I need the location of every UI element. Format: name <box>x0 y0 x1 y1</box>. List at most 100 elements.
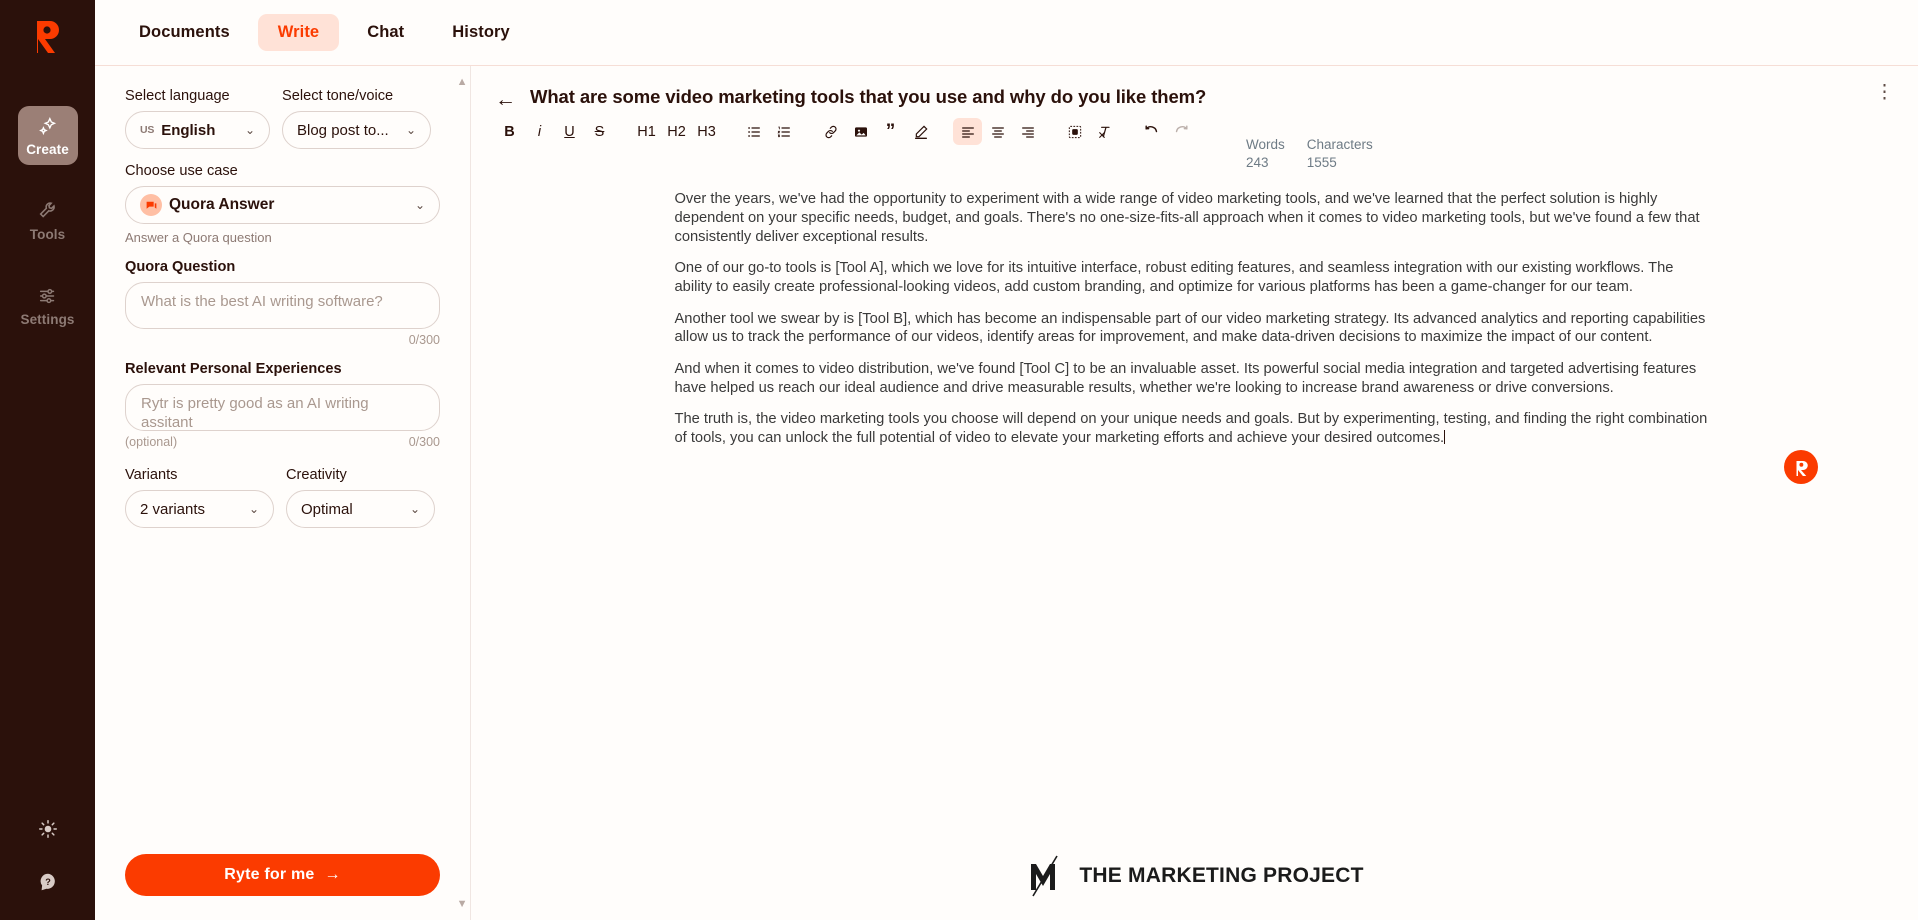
creativity-select[interactable]: Optimal ⌄ <box>286 490 435 528</box>
document-body[interactable]: Over the years, we've had the opportunit… <box>665 190 1725 447</box>
footer-brand-text: THE MARKETING PROJECT <box>1079 864 1364 887</box>
chevron-down-icon: ⌄ <box>405 123 416 137</box>
tab-write[interactable]: Write <box>257 14 340 51</box>
chevron-down-icon: ⌄ <box>248 502 259 516</box>
rail-bottom-actions: ? <box>37 818 59 898</box>
use-case-group: Choose use case Quora Answer ⌄ Answer a … <box>125 163 440 245</box>
paragraph-text: The truth is, the video marketing tools … <box>674 411 1708 447</box>
align-center-button[interactable] <box>983 118 1012 145</box>
insert-block-icon <box>1068 125 1081 138</box>
language-value: English <box>161 121 216 139</box>
document-header: ← What are some video marketing tools th… <box>471 66 1918 110</box>
word-count-label: Words <box>1246 137 1285 152</box>
paragraph-last[interactable]: The truth is, the video marketing tools … <box>675 410 1715 447</box>
chevron-down-icon: ⌄ <box>244 123 255 137</box>
tab-chat[interactable]: Chat <box>347 14 424 51</box>
language-select[interactable]: US English ⌄ <box>125 111 270 149</box>
clear-format-icon <box>1098 126 1110 138</box>
theme-toggle-button[interactable] <box>37 818 59 845</box>
variants-select[interactable]: 2 variants ⌄ <box>125 490 274 528</box>
tone-select[interactable]: Blog post to... ⌄ <box>282 111 431 149</box>
paragraph[interactable]: One of our go-to tools is [Tool A], whic… <box>675 259 1715 296</box>
undo-icon <box>1145 125 1158 133</box>
italic-button[interactable]: i <box>525 118 554 145</box>
svg-text:?: ? <box>45 877 51 887</box>
heading-3-button[interactable]: H3 <box>692 118 721 145</box>
language-tone-row: Select language US English ⌄ Select tone… <box>125 88 440 149</box>
primary-nav-rail: Create Tools Settings ? <box>0 0 95 920</box>
language-label: Select language <box>125 88 230 104</box>
chevron-down-icon: ⌄ <box>414 198 425 212</box>
tab-documents[interactable]: Documents <box>119 14 250 51</box>
redo-icon <box>1175 125 1188 133</box>
generation-form-panel: ▲ ▼ Select language US English ⌄ Select … <box>95 66 471 920</box>
numbered-list-icon <box>776 126 790 137</box>
editor-canvas[interactable]: Over the years, we've had the opportunit… <box>471 172 1918 920</box>
variants-group: Variants 2 variants ⌄ <box>125 467 274 528</box>
back-arrow-icon[interactable]: ← <box>495 89 516 110</box>
align-left-button[interactable] <box>953 118 982 145</box>
quora-question-group: Quora Question 0/300 <box>125 259 440 347</box>
highlighter-icon <box>914 124 928 139</box>
heading-2-button[interactable]: H2 <box>662 118 691 145</box>
quora-question-input[interactable] <box>125 282 440 329</box>
bullet-list-icon <box>747 126 760 137</box>
rail-item-tools[interactable]: Tools <box>18 191 78 250</box>
marketing-project-logo-icon <box>1031 855 1059 897</box>
variants-label: Variants <box>125 467 178 483</box>
paragraph[interactable]: Over the years, we've had the opportunit… <box>675 190 1715 246</box>
use-case-helper-text: Answer a Quora question <box>125 230 272 245</box>
rail-item-settings[interactable]: Settings <box>18 276 78 335</box>
image-button[interactable] <box>846 118 875 145</box>
numbered-list-button[interactable] <box>769 118 798 145</box>
page-title: What are some video marketing tools that… <box>530 86 1207 107</box>
assistant-badge[interactable] <box>1784 450 1818 485</box>
creativity-label: Creativity <box>286 467 347 483</box>
experiences-optional-note: (optional) <box>125 435 178 449</box>
undo-button[interactable] <box>1137 118 1166 145</box>
use-case-select[interactable]: Quora Answer ⌄ <box>125 186 440 224</box>
creativity-group: Creativity Optimal ⌄ <box>286 467 435 528</box>
bold-button[interactable]: B <box>495 118 524 145</box>
heading-1-button[interactable]: H1 <box>632 118 661 145</box>
scroll-down-arrow-icon[interactable]: ▼ <box>457 898 468 910</box>
align-right-icon <box>1021 126 1034 138</box>
scroll-up-arrow-icon[interactable]: ▲ <box>457 76 468 88</box>
blockquote-button[interactable]: ” <box>876 118 905 145</box>
help-icon: ? <box>40 873 55 891</box>
word-count-value: 243 <box>1246 155 1269 171</box>
panel-scrollbar[interactable]: ▲ ▼ <box>457 76 468 910</box>
kebab-menu-icon[interactable]: ⋮ <box>1875 83 1894 102</box>
rytr-logo-icon[interactable] <box>25 14 71 60</box>
align-right-button[interactable] <box>1013 118 1042 145</box>
tab-history[interactable]: History <box>432 14 530 51</box>
link-button[interactable] <box>816 118 845 145</box>
ryte-for-me-button[interactable]: Ryte for me → <box>125 854 440 896</box>
experiences-input[interactable] <box>125 384 440 431</box>
clear-format-button[interactable] <box>1090 118 1119 145</box>
arrow-right-icon: → <box>324 866 341 883</box>
rail-item-create[interactable]: Create <box>17 106 78 165</box>
insert-block-button[interactable] <box>1060 118 1089 145</box>
underline-button[interactable]: U <box>555 118 584 145</box>
us-flag-icon: US <box>140 124 155 136</box>
help-button[interactable]: ? <box>37 871 59 898</box>
align-left-icon <box>961 126 974 138</box>
wrench-icon <box>39 202 55 218</box>
strikethrough-button[interactable]: S <box>585 118 614 145</box>
sun-icon <box>38 820 57 838</box>
quora-question-meta: 0/300 <box>125 333 440 347</box>
paragraph[interactable]: And when it comes to video distribution,… <box>675 360 1715 397</box>
rail-items: Create Tools Settings <box>0 106 95 335</box>
chat-bubble-icon <box>140 194 162 216</box>
paragraph[interactable]: Another tool we swear by is [Tool B], wh… <box>675 310 1715 347</box>
ryte-for-me-label: Ryte for me <box>224 866 315 883</box>
bullet-list-button[interactable] <box>739 118 768 145</box>
character-count-value: 1555 <box>1306 155 1337 171</box>
character-count: Characters 1555 <box>1307 136 1373 172</box>
language-group: Select language US English ⌄ <box>125 88 270 149</box>
experiences-label: Relevant Personal Experiences <box>125 361 342 377</box>
highlighter-button[interactable] <box>906 118 935 145</box>
app-root: Create Tools Settings ? Documents Write <box>0 0 1918 920</box>
redo-button[interactable] <box>1167 118 1196 145</box>
